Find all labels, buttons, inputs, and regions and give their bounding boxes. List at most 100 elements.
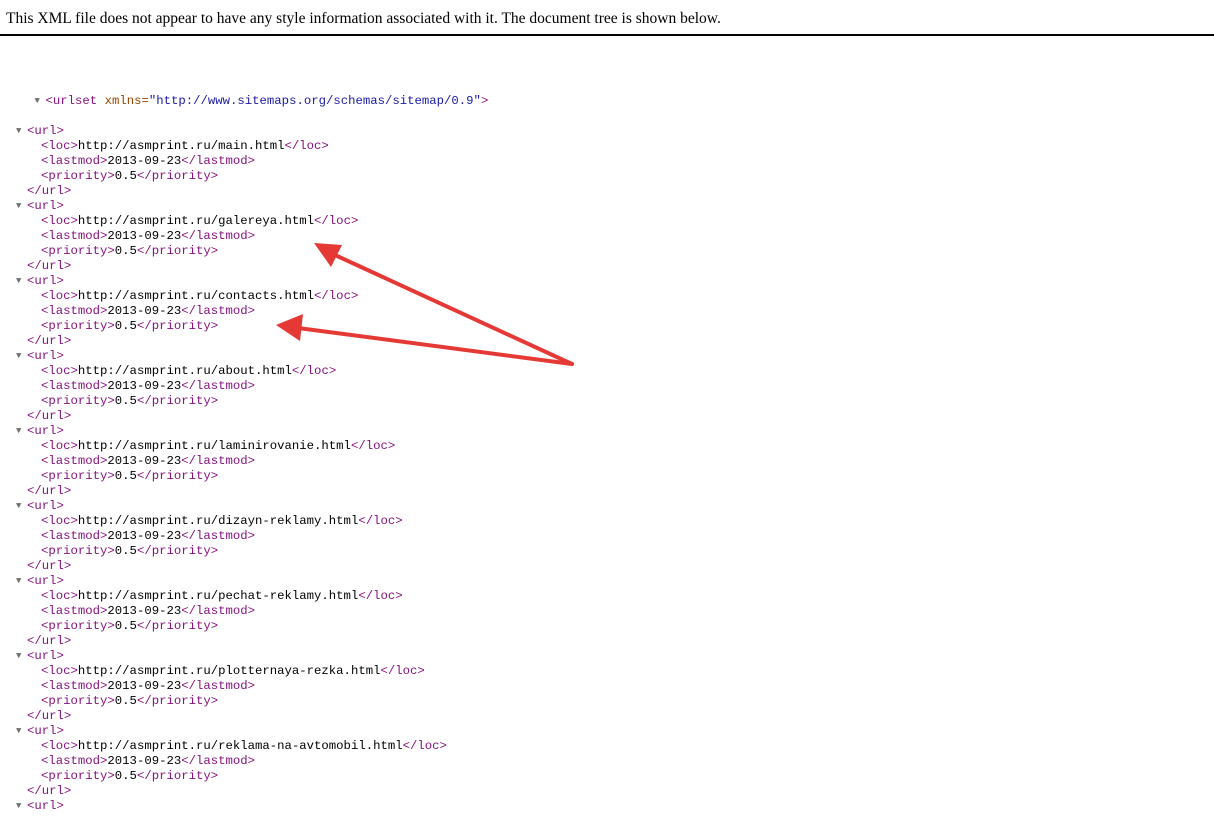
priority-value: 0.5 xyxy=(114,544,137,558)
loc-row: <loc>http://asmprint.ru/about.html</loc> xyxy=(5,364,488,379)
loc-open-tag: <loc> xyxy=(41,589,78,603)
url-open-row[interactable]: ▼ <url> xyxy=(5,499,488,514)
loc-row: <loc>http://asmprint.ru/plotternaya-rezk… xyxy=(5,664,488,679)
url-open-tag: <url> xyxy=(27,199,64,213)
loc-row: <loc>http://asmprint.ru/reklama-na-avtom… xyxy=(5,739,488,754)
priority-open-tag: <priority> xyxy=(41,244,115,258)
lastmod-value: 2013-09-23 xyxy=(107,754,182,768)
loc-close-tag: </loc> xyxy=(284,139,329,153)
urlset-open-row[interactable]: ▼ <urlset xmlns="http://www.sitemaps.org/… xyxy=(5,79,489,108)
lastmod-value: 2013-09-23 xyxy=(107,604,182,618)
lastmod-open-tag: <lastmod> xyxy=(41,604,108,618)
collapse-triangle-icon[interactable]: ▼ xyxy=(16,349,27,364)
collapse-triangle-icon[interactable]: ▼ xyxy=(16,124,27,139)
priority-value: 0.5 xyxy=(114,169,137,183)
loc-row: <loc>http://asmprint.ru/laminirovanie.ht… xyxy=(5,439,488,454)
collapse-triangle-icon[interactable]: ▼ xyxy=(16,574,27,589)
lastmod-row: <lastmod>2013-09-23</lastmod> xyxy=(5,229,488,244)
loc-value: http://asmprint.ru/about.html xyxy=(77,364,292,378)
priority-open-tag: <priority> xyxy=(41,319,115,333)
url-entry: ▼ <url> <loc>http://asmprint.ru/galereya.h… xyxy=(5,199,488,274)
url-open-tag: <url> xyxy=(27,349,64,363)
collapse-triangle-icon[interactable]: ▼ xyxy=(16,724,27,739)
url-open-row[interactable]: ▼ <url> xyxy=(5,424,488,439)
url-close-row: </url> xyxy=(5,259,488,274)
collapse-triangle-icon[interactable]: ▼ xyxy=(16,424,27,439)
priority-row: <priority>0.5</priority> xyxy=(5,619,488,634)
url-close-row: </url> xyxy=(5,709,488,724)
url-open-tag: <url> xyxy=(27,499,64,513)
lastmod-open-tag: <lastmod> xyxy=(41,754,108,768)
lastmod-row: <lastmod>2013-09-23</lastmod> xyxy=(5,604,488,619)
lastmod-value: 2013-09-23 xyxy=(107,454,182,468)
url-entry: ▼ <url> <loc>http://asmprint.ru/laminirova… xyxy=(5,424,488,499)
loc-open-tag: <loc> xyxy=(41,364,78,378)
lastmod-row: <lastmod>2013-09-23</lastmod> xyxy=(5,679,488,694)
url-open-row[interactable]: ▼ <url> xyxy=(5,199,488,214)
loc-close-tag: </loc> xyxy=(314,289,359,303)
loc-value: http://asmprint.ru/pechat-reklamy.html xyxy=(77,589,359,603)
loc-value: http://asmprint.ru/galereya.html xyxy=(77,214,315,228)
loc-row: <loc>http://asmprint.ru/contacts.html</l… xyxy=(5,289,488,304)
priority-close-tag: </priority> xyxy=(136,319,219,333)
priority-close-tag: </priority> xyxy=(136,394,219,408)
url-open-row[interactable]: ▼ <url> xyxy=(5,724,488,739)
collapse-triangle-icon[interactable]: ▼ xyxy=(16,799,27,814)
collapse-triangle-icon[interactable]: ▼ xyxy=(16,274,27,289)
collapse-triangle-icon[interactable]: ▼ xyxy=(16,199,27,214)
url-close-tag: </url> xyxy=(27,784,72,798)
lastmod-close-tag: </lastmod> xyxy=(181,154,256,168)
loc-open-tag: <loc> xyxy=(41,514,78,528)
url-close-tag: </url> xyxy=(27,634,72,648)
priority-open-tag: <priority> xyxy=(41,619,115,633)
url-entry: ▼ <url> <loc>http://asmprint.ru/reklama-na… xyxy=(5,724,488,799)
lastmod-row: <lastmod>2013-09-23</lastmod> xyxy=(5,379,488,394)
url-open-row[interactable]: ▼ <url> xyxy=(5,649,488,664)
lastmod-row: <lastmod>2013-09-23</lastmod> xyxy=(5,454,488,469)
url-open-tag: <url> xyxy=(27,274,64,288)
collapse-triangle-icon[interactable]: ▼ xyxy=(35,94,46,109)
priority-close-tag: </priority> xyxy=(136,769,219,783)
priority-open-tag: <priority> xyxy=(41,769,115,783)
collapse-triangle-icon[interactable]: ▼ xyxy=(16,649,27,664)
priority-close-tag: </priority> xyxy=(136,169,219,183)
priority-open-tag: <priority> xyxy=(41,469,115,483)
priority-row: <priority>0.5</priority> xyxy=(5,319,488,334)
url-entry: ▼ <url> <loc>http://asmprint.ru/main.html<… xyxy=(5,124,488,199)
priority-open-tag: <priority> xyxy=(41,169,115,183)
lastmod-close-tag: </lastmod> xyxy=(181,604,256,618)
loc-row: <loc>http://asmprint.ru/galereya.html</l… xyxy=(5,214,488,229)
url-open-row[interactable]: ▼ <url> xyxy=(5,274,488,289)
loc-close-tag: </loc> xyxy=(314,214,359,228)
loc-value: http://asmprint.ru/dizayn-reklamy.html xyxy=(77,514,359,528)
lastmod-row: <lastmod>2013-09-23</lastmod> xyxy=(5,529,488,544)
xml-document-tree: ▼ <urlset xmlns="http://www.sitemaps.org/… xyxy=(5,49,488,829)
url-open-row[interactable]: ▼ <url> xyxy=(5,574,488,589)
url-entry: ▼ <url> <loc>http://asmprint.ru/dizayn-rek… xyxy=(5,499,488,574)
priority-open-tag: <priority> xyxy=(41,394,115,408)
lastmod-close-tag: </lastmod> xyxy=(181,529,256,543)
lastmod-open-tag: <lastmod> xyxy=(41,379,108,393)
url-close-row: </url> xyxy=(5,184,488,199)
url-open-row[interactable]: ▼ <url> xyxy=(5,124,488,139)
loc-value: http://asmprint.ru/laminirovanie.html xyxy=(77,439,351,453)
url-entry: ▼ <url> <loc>http://asmprint.ru/about.html… xyxy=(5,349,488,424)
lastmod-value: 2013-09-23 xyxy=(107,154,182,168)
priority-value: 0.5 xyxy=(114,394,137,408)
loc-close-tag: </loc> xyxy=(350,439,396,453)
url-open-row[interactable]: ▼ <url> xyxy=(5,349,488,364)
url-close-tag: </url> xyxy=(27,709,72,723)
collapse-triangle-icon[interactable]: ▼ xyxy=(16,499,27,514)
loc-open-tag: <loc> xyxy=(41,289,78,303)
priority-row: <priority>0.5</priority> xyxy=(5,244,488,259)
url-close-tag: </url> xyxy=(27,184,72,198)
url-close-tag: </url> xyxy=(27,259,72,273)
url-open-tag: <url> xyxy=(27,799,64,813)
url-close-row: </url> xyxy=(5,334,488,349)
url-open-row[interactable]: ▼ <url> xyxy=(5,799,488,814)
lastmod-close-tag: </lastmod> xyxy=(181,379,256,393)
lastmod-close-tag: </lastmod> xyxy=(181,229,256,243)
priority-value: 0.5 xyxy=(114,244,137,258)
url-close-row: </url> xyxy=(5,409,488,424)
url-entry: ▼ <url> <loc>http://asmprint.ru/plotternay… xyxy=(5,649,488,724)
